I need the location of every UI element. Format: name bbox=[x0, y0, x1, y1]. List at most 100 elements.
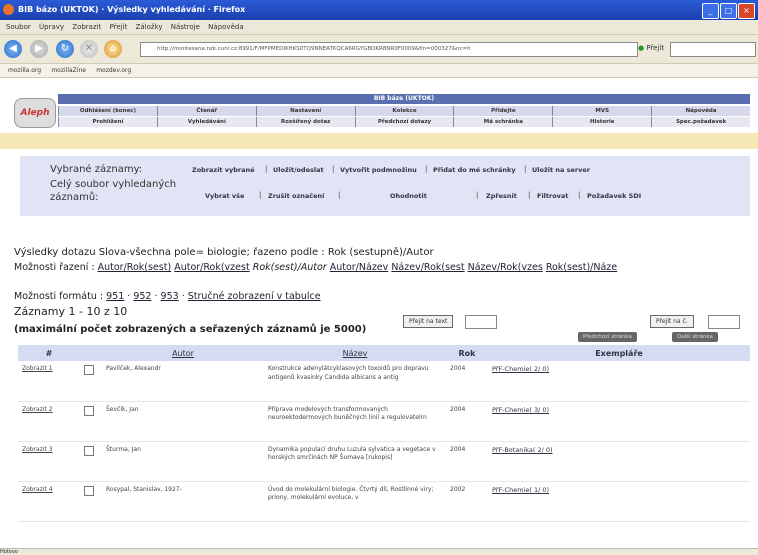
select-all-link[interactable]: Vybrat vše bbox=[205, 192, 244, 200]
firefox-icon bbox=[3, 4, 14, 15]
menu-view[interactable]: Zobrazit bbox=[72, 20, 101, 34]
select-checkbox[interactable] bbox=[84, 405, 94, 416]
show-record-link[interactable]: Zobrazit 4 bbox=[22, 486, 53, 493]
menu-edit[interactable]: Úpravy bbox=[39, 20, 64, 34]
menu-bookmarks[interactable]: Záložky bbox=[136, 20, 163, 34]
goto-number-button[interactable]: Přejít na č. bbox=[650, 315, 694, 328]
row-select-cell bbox=[80, 361, 102, 402]
separator: | bbox=[332, 165, 335, 173]
nav-mybasket[interactable]: Má schránka bbox=[453, 117, 552, 127]
sort-title-year-desc[interactable]: Název/Rok(sest bbox=[391, 262, 464, 273]
close-button[interactable]: × bbox=[738, 3, 755, 19]
col-author[interactable]: Autor bbox=[102, 345, 264, 361]
show-record-link[interactable]: Zobrazit 2 bbox=[22, 406, 53, 413]
row-author: Pavlíček, Alexandr bbox=[102, 361, 264, 402]
reload-icon[interactable]: ↻ bbox=[56, 40, 74, 58]
menu-file[interactable]: Soubor bbox=[6, 20, 31, 34]
filter-link[interactable]: Filtrovat bbox=[537, 192, 568, 200]
save-server-link[interactable]: Uložit na server bbox=[532, 166, 590, 174]
save-send-link[interactable]: Uložit/odeslat bbox=[273, 166, 324, 174]
sdi-request-link[interactable]: Požadavek SDI bbox=[587, 192, 641, 200]
copies-link[interactable]: PřF-Botanika( 2/ 0) bbox=[492, 446, 553, 454]
nav-mvs[interactable]: MVS bbox=[552, 106, 651, 116]
menu-go[interactable]: Přejít bbox=[110, 20, 128, 34]
home-icon[interactable]: ⌂ bbox=[104, 40, 122, 58]
separator: | bbox=[425, 165, 428, 173]
format-952[interactable]: 952 bbox=[133, 291, 151, 302]
show-selected-link[interactable]: Zobrazit vybrané bbox=[192, 166, 255, 174]
goto-text-input[interactable] bbox=[465, 315, 497, 329]
separator: | bbox=[476, 191, 479, 199]
nav-settings[interactable]: Nastavení bbox=[255, 106, 355, 116]
bookmark-mozdev[interactable]: mozdev.org bbox=[96, 64, 131, 77]
go-label: Přejít bbox=[646, 44, 665, 52]
nav-previous[interactable]: Předchozí dotazy bbox=[354, 117, 454, 127]
format-951[interactable]: 951 bbox=[106, 291, 124, 302]
menu-bar: Soubor Úpravy Zobrazit Přejít Záložky Ná… bbox=[0, 20, 758, 35]
go-button[interactable]: ● Přejít bbox=[638, 42, 664, 55]
sort-author-year-desc[interactable]: Autor/Rok(sest) bbox=[98, 262, 172, 273]
select-checkbox[interactable] bbox=[84, 365, 94, 375]
add-to-basket-link[interactable]: Přidat do mé schránky bbox=[433, 166, 516, 174]
format-options: Možnosti formátu : 951 · 952 · 953 · Str… bbox=[14, 291, 321, 302]
show-record-link[interactable]: Zobrazit 1 bbox=[22, 365, 53, 372]
address-bar[interactable]: http://montesana.nzk.cuni.cz:8991/F/MFPM… bbox=[140, 42, 638, 57]
next-page-button[interactable]: Další stránka bbox=[672, 332, 718, 342]
col-select bbox=[80, 345, 102, 361]
format-953[interactable]: 953 bbox=[161, 291, 179, 302]
refine-link[interactable]: Zpřesnit bbox=[486, 192, 517, 200]
bookmark-mozilla[interactable]: mozilla.org bbox=[8, 64, 41, 77]
back-icon[interactable]: ◀ bbox=[4, 40, 22, 58]
create-subset-link[interactable]: Vytvořit podmnožinu bbox=[340, 166, 417, 174]
nav-special[interactable]: Spec.požadavek bbox=[651, 117, 750, 127]
menu-tools[interactable]: Nástroje bbox=[171, 20, 200, 34]
rate-link[interactable]: Ohodnotit bbox=[390, 192, 427, 200]
row-author: Ševčík, Jan bbox=[102, 401, 264, 442]
goto-text-button[interactable]: Přejít na text bbox=[403, 315, 454, 328]
maximize-button[interactable]: □ bbox=[720, 3, 737, 19]
bookmark-mozillazine[interactable]: mozillaZine bbox=[51, 64, 86, 77]
separator-bar bbox=[0, 133, 758, 149]
nav-advanced[interactable]: Rozšířený dotaz bbox=[255, 117, 355, 127]
row-title: Příprava modelových transformovaných neu… bbox=[264, 401, 446, 442]
copies-link[interactable]: PřF-Chemie( 1/ 0) bbox=[492, 486, 549, 494]
copies-link[interactable]: PřF-Chemie( 2/ 0) bbox=[492, 365, 549, 373]
sort-author-year-asc[interactable]: Autor/Rok(vzest bbox=[174, 262, 250, 273]
sort-year-author: Rok(sest)/Autor bbox=[252, 262, 327, 273]
format-short-table[interactable]: Stručné zobrazení v tabulce bbox=[188, 291, 321, 302]
menu-help[interactable]: Nápověda bbox=[208, 20, 243, 34]
bookmarks-toolbar: mozilla.org mozillaZine mozdev.org bbox=[0, 64, 758, 78]
show-record-link[interactable]: Zobrazit 3 bbox=[22, 446, 53, 453]
col-number: # bbox=[18, 345, 80, 361]
col-year: Rok bbox=[446, 345, 488, 361]
goto-number-input[interactable] bbox=[708, 315, 740, 329]
main-nav-row2: Prohlížení Vyhledávání Rozšířený dotaz P… bbox=[58, 117, 750, 127]
previous-page-button[interactable]: Předchozí stránka bbox=[578, 332, 637, 342]
nav-history[interactable]: Historie bbox=[552, 117, 651, 127]
col-title[interactable]: Název bbox=[264, 345, 446, 361]
nav-add[interactable]: Přidejte bbox=[453, 106, 552, 116]
minimize-button[interactable]: _ bbox=[702, 3, 719, 19]
clear-selection-link[interactable]: Zrušit označení bbox=[268, 192, 324, 200]
nav-logout[interactable]: Odhlášení (konec) bbox=[58, 106, 157, 116]
nav-browse[interactable]: Prohlížení bbox=[58, 117, 157, 127]
nav-reader[interactable]: Čtenář bbox=[156, 106, 256, 116]
sort-year-title[interactable]: Rok(sest)/Náze bbox=[546, 262, 617, 273]
search-input[interactable] bbox=[670, 42, 756, 57]
nav-collections[interactable]: Kolekce bbox=[354, 106, 454, 116]
copies-link[interactable]: PřF-Chemie( 3/ 0) bbox=[492, 406, 549, 414]
table-header: # Autor Název Rok Exempláře bbox=[18, 345, 750, 361]
nav-search[interactable]: Vyhledávání bbox=[156, 117, 256, 127]
row-title: Dynamika populací druhu Luzula sylvatica… bbox=[264, 441, 446, 482]
table-row: Zobrazit 3 Šturma, Jan Dynamika populací… bbox=[18, 441, 750, 482]
results-title: Výsledky dotazu Slova-všechna pole= biol… bbox=[14, 247, 434, 258]
sort-author-title[interactable]: Autor/Název bbox=[330, 262, 389, 273]
stop-icon[interactable]: ✕ bbox=[80, 40, 98, 58]
nav-help[interactable]: Nápověda bbox=[651, 106, 750, 116]
select-checkbox[interactable] bbox=[84, 445, 94, 456]
sort-title-year-asc[interactable]: Název/Rok(vzes bbox=[468, 262, 543, 273]
status-text: Hotovo bbox=[0, 549, 18, 555]
row-show-cell: Zobrazit 1 bbox=[18, 361, 80, 402]
forward-icon[interactable]: ▶ bbox=[30, 40, 48, 58]
select-checkbox[interactable] bbox=[84, 485, 94, 496]
